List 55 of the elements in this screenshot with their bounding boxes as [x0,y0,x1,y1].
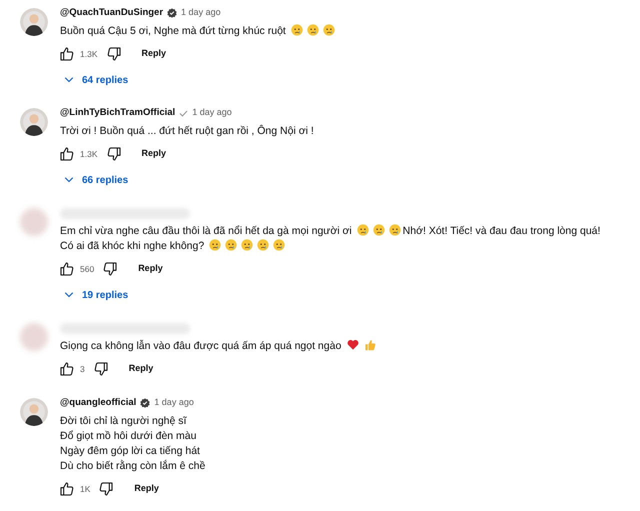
chevron-down-icon [64,77,74,83]
dislike-button[interactable] [106,146,122,162]
comment-text: Đời tôi chỉ là người nghệ sĩ [60,414,186,426]
chevron-down-icon [64,292,74,298]
comment-text: Giọng ca không lẫn vào đâu được quá ấm áp quá ngọt ngào [60,340,342,352]
username[interactable]: @quangleofficial [60,396,136,410]
like-count: 1.3K [80,148,98,160]
crying-face-icon [388,224,401,236]
view-replies-button[interactable]: 19 replies [60,285,604,305]
heart-icon [347,338,360,350]
crying-face-icon [241,238,254,250]
crying-face-icon [372,224,385,236]
like-count: 3 [80,362,85,376]
view-replies-button[interactable]: 64 replies [60,70,337,90]
comment-text: Trời ơi ! Buồn quá ... đứt hết ruột gan rồi , Ông Nội ơi ! [60,124,314,136]
username[interactable]: @LinhTyBichTramOfficial [60,106,176,120]
like-button[interactable] [59,46,75,62]
dislike-button[interactable] [106,46,122,62]
crying-face-icon [257,238,270,250]
reply-button[interactable]: Reply [128,362,154,376]
crying-face-icon [306,24,319,36]
dislike-button[interactable] [92,361,109,377]
reply-button[interactable]: Reply [142,147,166,161]
comment-text: Em chỉ vừa nghe câu đầu thôi là đã nổi hết da gà mọi người ơi [60,224,352,236]
comment-text: Đổ giọt mồ hôi dưới đèn màu [60,430,196,442]
like-button[interactable] [59,146,75,162]
crying-face-icon [209,238,222,250]
crying-face-icon [273,238,286,250]
comment-text: Dù cho biết rằng còn lắm ê chề [60,460,206,472]
crying-face-icon [356,224,369,236]
comment-text: Ngày đêm góp lời ca tiếng hát [60,444,200,456]
reply-button[interactable]: Reply [142,47,166,61]
username[interactable]: @QuachTuanDuSinger [60,6,164,20]
dislike-button[interactable] [98,481,114,497]
timestamp: 1 day ago [192,106,232,120]
reply-button[interactable]: Reply [138,262,163,276]
dislike-button[interactable] [102,261,118,277]
like-count: 1K [80,482,90,496]
timestamp: 1 day ago [181,6,221,20]
like-count: 560 [80,262,94,276]
like-count: 1.3K [80,48,98,60]
comment-text: Nhớ! Xót! Tiếc! và đau đau trong lòng quá! [402,224,600,236]
crying-face-icon [225,238,238,250]
reply-button[interactable]: Reply [134,482,159,496]
chevron-down-icon [64,177,74,183]
crying-face-icon [290,24,303,36]
thumbs-up-icon [364,338,376,350]
comment-text: Buồn quá Cậu 5 ơi, Nghe mà đứt từng khúc ruột [60,24,286,36]
timestamp: 1 day ago [154,396,194,410]
like-button[interactable] [59,481,75,497]
view-replies-button[interactable]: 66 replies [60,170,317,190]
like-button[interactable] [59,361,75,377]
like-button[interactable] [59,261,75,277]
comment-text: Có ai đã khóc khi nghe không? [60,240,204,252]
crying-face-icon [322,24,335,36]
